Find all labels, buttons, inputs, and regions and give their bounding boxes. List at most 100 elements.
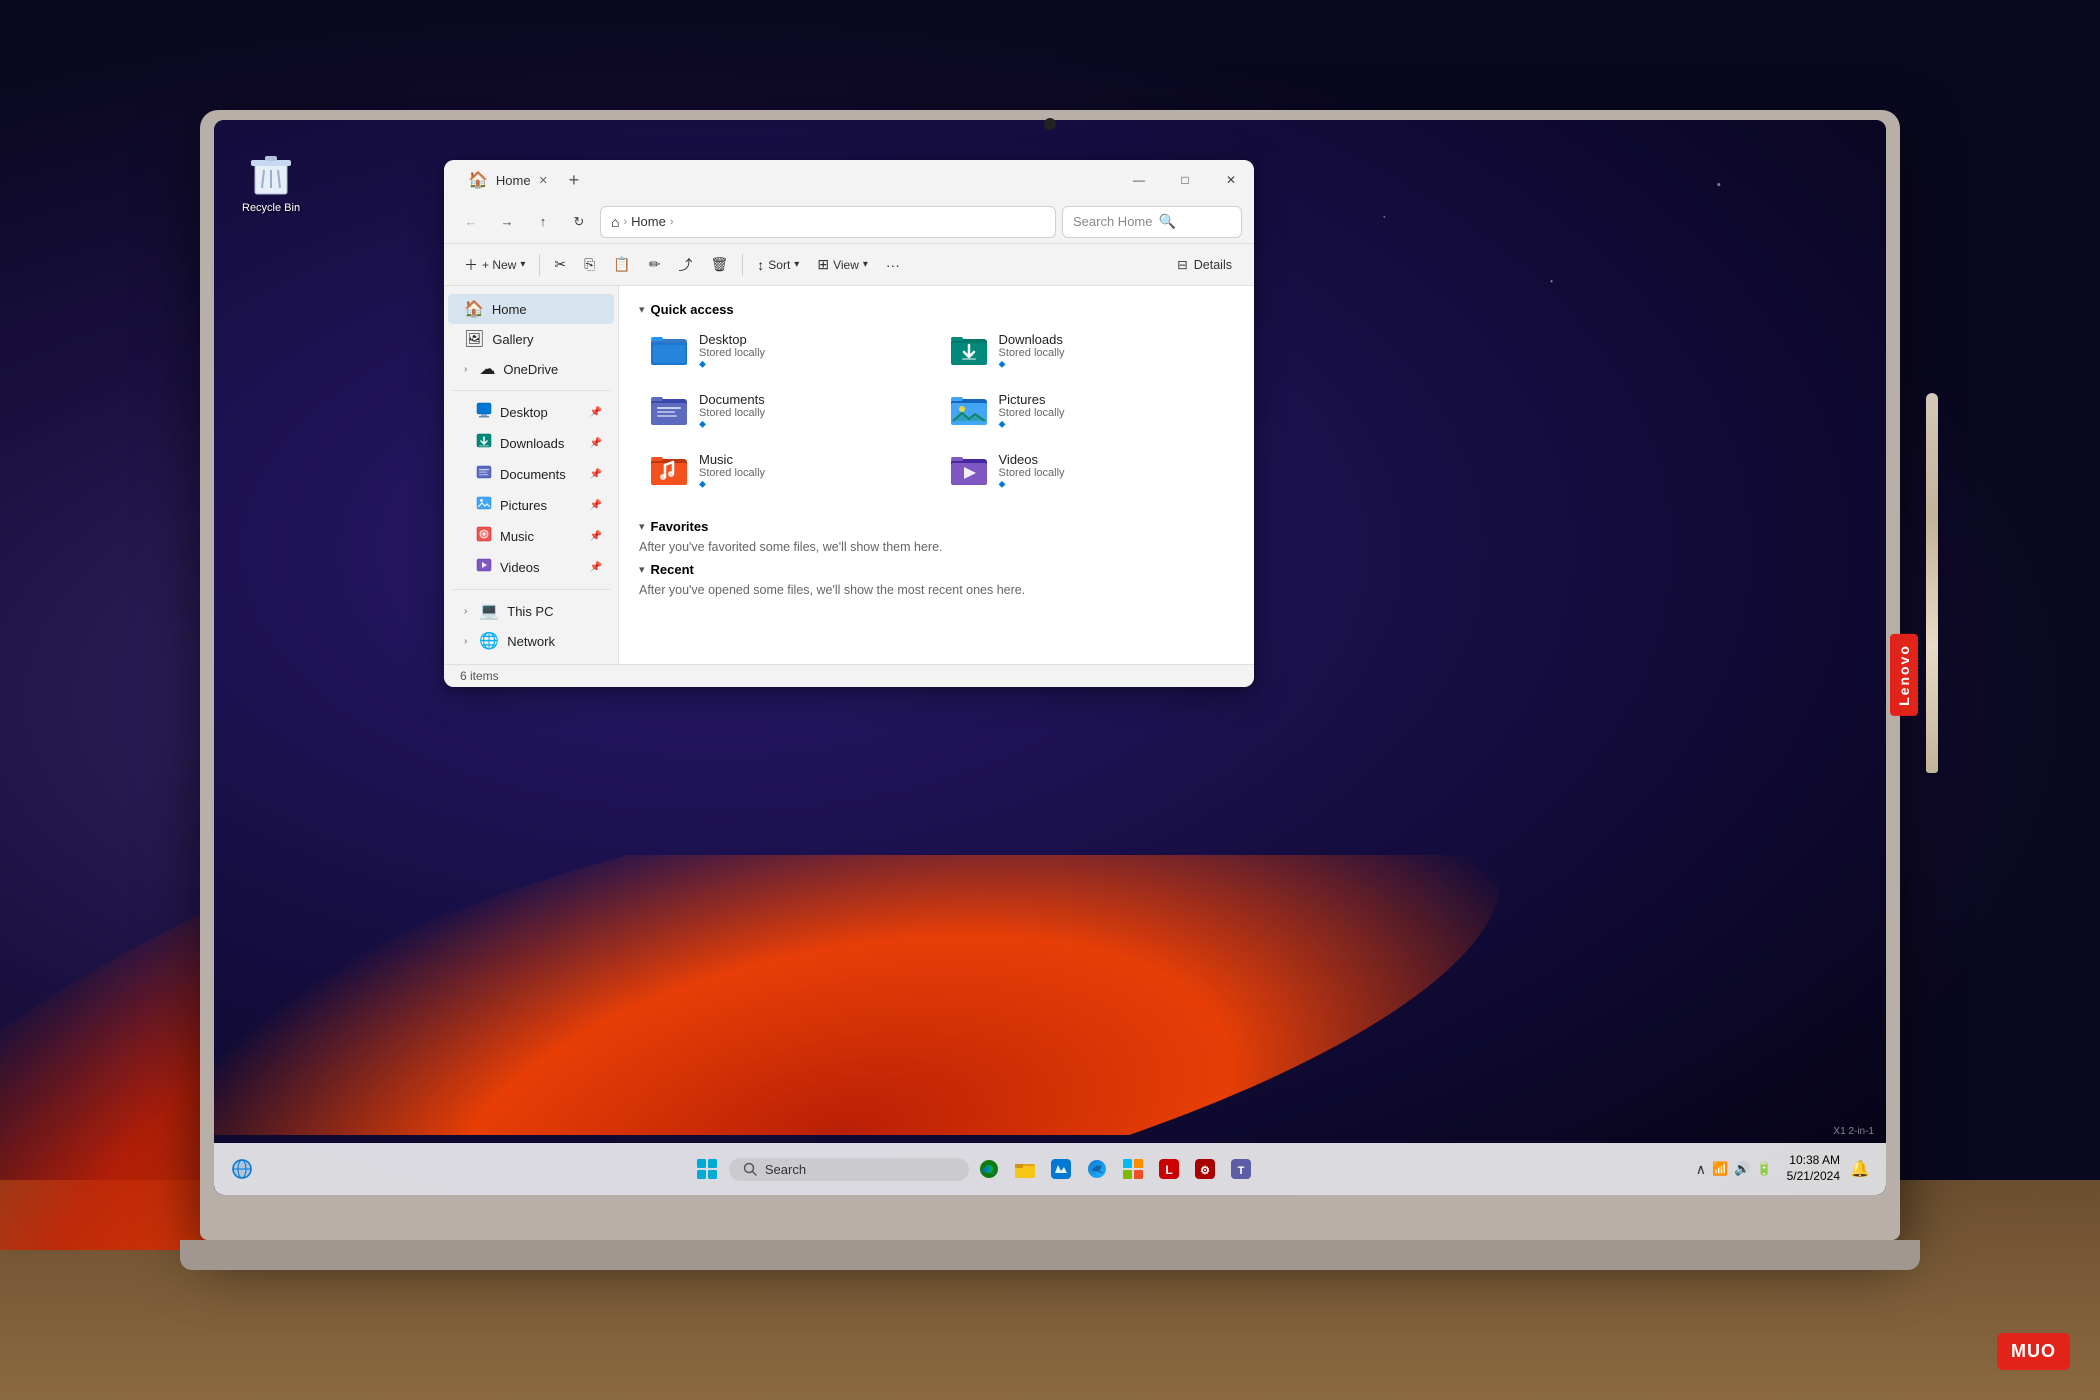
favorites-empty-message: After you've favorited some files, we'll… [639, 540, 1234, 554]
file-item-videos[interactable]: Videos Stored locally ⬥ [939, 443, 1235, 499]
search-field[interactable]: Search Home 🔍 [1062, 206, 1242, 238]
muo-watermark: MUO [1997, 1333, 2070, 1370]
taskbar-red-app-icon[interactable]: L [1153, 1153, 1185, 1185]
sidebar-videos-label: Videos [500, 560, 582, 575]
refresh-button[interactable]: ↻ [564, 207, 594, 237]
sort-label: Sort [768, 258, 790, 272]
copy-button[interactable]: ⎘ [576, 251, 603, 278]
start-button[interactable] [689, 1151, 725, 1187]
downloads-sub: Stored locally [999, 347, 1225, 359]
home-tab-icon: 🏠 [468, 170, 488, 190]
sidebar-item-this-pc[interactable]: › 💻 This PC [448, 596, 614, 626]
view-button[interactable]: ⊞ View ▾ [809, 251, 876, 278]
close-button[interactable]: ✕ [1208, 160, 1254, 200]
sidebar-item-pictures[interactable]: Pictures 📌 [448, 490, 614, 521]
documents-pin: ⬥ [699, 419, 925, 430]
taskbar-search-bar[interactable]: Search [729, 1158, 969, 1181]
sidebar-item-desktop[interactable]: Desktop 📌 [448, 397, 614, 428]
recycle-bin-desktop-icon[interactable]: Recycle Bin [242, 148, 300, 214]
sidebar-item-videos[interactable]: Videos 📌 [448, 552, 614, 583]
tray-wifi-icon[interactable]: 📶 [1712, 1161, 1728, 1177]
downloads-name: Downloads [999, 332, 1225, 347]
breadcrumb-separator-1: › [623, 216, 627, 228]
minimize-button[interactable]: — [1116, 160, 1162, 200]
rename-button[interactable]: ✏ [641, 251, 669, 278]
sidebar-item-network[interactable]: › 🌐 Network [448, 626, 614, 656]
pictures-info: Pictures Stored locally ⬥ [999, 392, 1225, 430]
add-tab-button[interactable]: + [560, 166, 588, 194]
thispc-expand-icon: › [464, 606, 467, 617]
sort-button[interactable]: ↕ Sort ▾ [749, 252, 807, 278]
taskbar-game-icon[interactable]: ⚙ [1189, 1153, 1221, 1185]
videos-info: Videos Stored locally ⬥ [999, 452, 1225, 490]
breadcrumb-separator-2: › [670, 216, 674, 228]
view-label: View [833, 258, 859, 272]
favorites-title: Favorites [651, 519, 709, 534]
taskbar-browser-icon[interactable] [226, 1153, 258, 1185]
title-tab[interactable]: 🏠 Home ✕ [456, 164, 560, 196]
pictures-pin-icon: 📌 [590, 500, 602, 511]
cut-button[interactable]: ✂ [546, 251, 574, 278]
documents-info: Documents Stored locally ⬥ [699, 392, 925, 430]
recent-header[interactable]: ▾ Recent [639, 562, 1234, 577]
details-icon: ⊟ [1177, 257, 1187, 272]
svg-text:⚙: ⚙ [1200, 1165, 1210, 1177]
sidebar-thispc-label: This PC [507, 604, 602, 619]
delete-button[interactable]: 🗑 [703, 251, 737, 278]
sidebar-item-gallery[interactable]: 🖼 Gallery [448, 324, 614, 354]
details-button[interactable]: ⊟ Details [1167, 252, 1242, 277]
tray-arrow[interactable]: ∧ [1696, 1161, 1706, 1178]
taskbar-store-icon[interactable] [1045, 1153, 1077, 1185]
network-sidebar-icon: 🌐 [479, 631, 499, 651]
copy-icon: ⎘ [584, 256, 595, 273]
taskbar-teams-icon[interactable]: T [1225, 1153, 1257, 1185]
sidebar-item-home[interactable]: 🏠 Home [448, 294, 614, 324]
sidebar-desktop-label: Desktop [500, 405, 582, 420]
recycle-bin-label: Recycle Bin [242, 202, 300, 214]
videos-folder-icon [949, 451, 989, 491]
more-button[interactable]: ··· [878, 252, 908, 278]
file-item-music[interactable]: Music Stored locally ⬥ [639, 443, 935, 499]
onedrive-sidebar-icon: ☁ [479, 359, 495, 379]
taskbar-edge2-icon[interactable] [1081, 1153, 1113, 1185]
breadcrumb-home[interactable]: Home [631, 214, 666, 229]
downloads-pin-icon: 📌 [590, 438, 602, 449]
favorites-header[interactable]: ▾ Favorites [639, 519, 1234, 534]
file-item-documents[interactable]: Documents Stored locally ⬥ [639, 383, 935, 439]
pictures-sub: Stored locally [999, 407, 1225, 419]
forward-button[interactable]: → [492, 207, 522, 237]
sidebar-documents-label: Documents [500, 467, 582, 482]
file-item-pictures[interactable]: Pictures Stored locally ⬥ [939, 383, 1235, 439]
new-button[interactable]: ＋ + New ▾ [456, 250, 533, 280]
videos-name: Videos [999, 452, 1225, 467]
address-bar[interactable]: ⌂ › Home › [600, 206, 1056, 238]
stylus [1926, 393, 1938, 773]
tray-audio-icon[interactable]: 🔊 [1734, 1161, 1750, 1177]
file-item-downloads[interactable]: Downloads Stored locally ⬥ [939, 323, 1235, 379]
sidebar-item-documents[interactable]: Documents 📌 [448, 459, 614, 490]
desktop-pin-icon: 📌 [590, 407, 602, 418]
system-tray-icons: ∧ 📶 🔊 🔋 [1688, 1161, 1781, 1178]
paste-icon: 📋 [613, 256, 630, 273]
paste-button[interactable]: 📋 [605, 251, 638, 278]
taskbar-windows-icon[interactable] [1117, 1153, 1149, 1185]
webcam [1044, 118, 1056, 130]
close-tab-button[interactable]: ✕ [539, 174, 548, 187]
file-item-desktop[interactable]: Desktop Stored locally ⬥ [639, 323, 935, 379]
system-clock[interactable]: 10:38 AM 5/21/2024 [1787, 1153, 1840, 1184]
share-button[interactable]: ⤴ [671, 250, 701, 280]
recycle-bin-icon [249, 148, 293, 198]
sidebar-item-music[interactable]: Music 📌 [448, 521, 614, 552]
sidebar-item-onedrive[interactable]: › ☁ OneDrive [448, 354, 614, 384]
recent-chevron: ▾ [639, 563, 645, 576]
back-button[interactable]: ← [456, 207, 486, 237]
tray-battery-icon[interactable]: 🔋 [1756, 1161, 1772, 1177]
taskbar-fileexplorer-icon[interactable] [1009, 1153, 1041, 1185]
up-button[interactable]: ↑ [528, 207, 558, 237]
quick-access-header[interactable]: ▾ Quick access [639, 302, 1234, 317]
title-bar: 🏠 Home ✕ + — □ ✕ [444, 160, 1254, 200]
taskbar-edge-icon[interactable] [973, 1153, 1005, 1185]
notification-bell-icon[interactable]: 🔔 [1846, 1155, 1874, 1183]
sidebar-item-downloads[interactable]: Downloads 📌 [448, 428, 614, 459]
maximize-button[interactable]: □ [1162, 160, 1208, 200]
